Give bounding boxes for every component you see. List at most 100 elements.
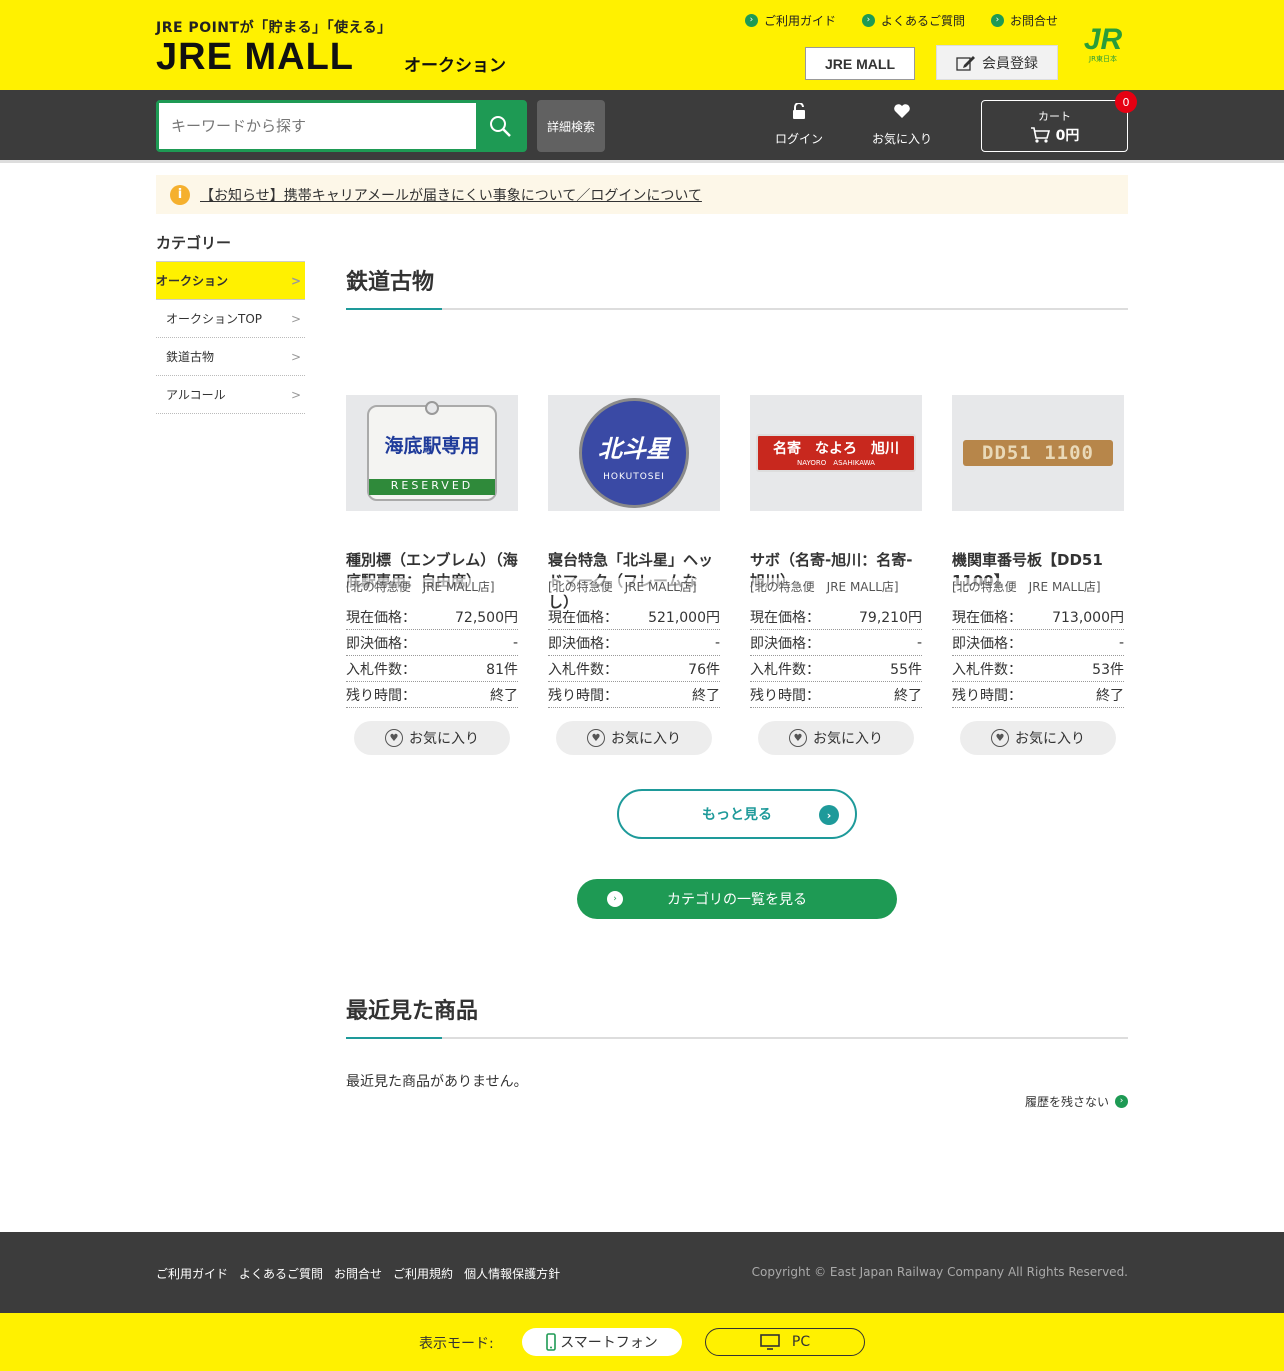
product-shop: [北の特急便 JRE MALL店] xyxy=(346,578,495,595)
product-image[interactable]: 海底駅専用 RESERVED xyxy=(346,395,518,511)
login-link[interactable]: ログイン xyxy=(759,100,839,147)
nav-bar: 詳細検索 ログイン お気に入り カート 0円 0 xyxy=(0,90,1284,163)
product-shop: [北の特急便 JRE MALL店] xyxy=(548,578,697,595)
footer-link-guide[interactable]: ご利用ガイド xyxy=(156,1265,228,1282)
display-mode-label: 表示モード: xyxy=(419,1336,494,1352)
arrow-right-icon: › xyxy=(1115,1095,1128,1108)
arrow-right-icon: › xyxy=(744,14,758,27)
sidebar-item-auction[interactable]: オークション > xyxy=(156,262,305,300)
arrow-right-icon: › xyxy=(819,805,839,825)
link-contact[interactable]: › お問合せ xyxy=(990,12,1058,29)
info-icon: i xyxy=(170,184,190,205)
chevron-right-icon: > xyxy=(290,273,301,288)
sidebar-title: カテゴリー xyxy=(156,232,305,262)
current-price: 521,000円 xyxy=(648,609,720,626)
product-image[interactable]: 北斗星 HOKUTOSEI xyxy=(548,395,720,511)
cart-amount: 0円 xyxy=(1055,128,1080,144)
tagline: JRE POINTが「貯まる」「使える」 xyxy=(156,20,392,36)
bid-count: 76件 xyxy=(688,661,720,678)
notice-bar: i 【お知らせ】携帯キャリアメールが届きにくい事象について／ログインについて xyxy=(156,175,1128,214)
remaining-time: 終了 xyxy=(692,687,720,704)
buyout-price: - xyxy=(916,634,922,651)
arrow-right-icon: › xyxy=(607,891,623,907)
recent-empty-text: 最近見た商品がありません。 xyxy=(346,1074,528,1090)
product-image[interactable]: 名寄 なよろ 旭川 NAYORO ASAHIKAWA xyxy=(750,395,922,511)
mode-smartphone-button[interactable]: スマートフォン xyxy=(522,1328,682,1356)
heart-icon: ♥ xyxy=(991,729,1009,747)
cart-count-badge: 0 xyxy=(1115,91,1137,113)
arrow-right-icon: › xyxy=(861,14,875,27)
top-links: › ご利用ガイド › よくあるご質問 › お問合せ xyxy=(744,12,1058,29)
product-card[interactable]: 北斗星 HOKUTOSEI 寝台特急「北斗星」ヘッドマーク（フレームなし） [北… xyxy=(548,395,720,755)
show-more-button[interactable]: もっと見る › xyxy=(617,789,857,839)
bid-count: 53件 xyxy=(1092,661,1124,678)
current-price: 79,210円 xyxy=(859,609,922,626)
chevron-right-icon: > xyxy=(290,311,301,326)
chevron-right-icon: > xyxy=(290,349,301,364)
product-card[interactable]: 名寄 なよろ 旭川 NAYORO ASAHIKAWA サボ（名寄-旭川：名寄-旭… xyxy=(750,395,922,755)
notice-link[interactable]: 【お知らせ】携帯キャリアメールが届きにくい事象について／ログインについて xyxy=(200,185,702,205)
section-title: 鉄道古物 xyxy=(346,264,1128,310)
heart-icon: ♥ xyxy=(385,729,403,747)
buyout-price: - xyxy=(714,634,720,651)
remaining-time: 終了 xyxy=(894,687,922,704)
bid-count: 81件 xyxy=(486,661,518,678)
favorite-button[interactable]: ♥ お気に入り xyxy=(354,721,510,755)
product-card[interactable]: DD51 1100 機関車番号板【DD51 1100】 [北の特急便 JRE M… xyxy=(952,395,1124,755)
cart-icon xyxy=(1030,127,1050,143)
current-price: 713,000円 xyxy=(1052,609,1124,626)
search-icon xyxy=(490,116,511,137)
smartphone-icon xyxy=(546,1333,557,1351)
site-logo-sub[interactable]: オークション xyxy=(404,51,506,76)
cart-button[interactable]: カート 0円 0 xyxy=(981,91,1137,152)
top-header: JRE POINTが「貯まる」「使える」 JRE MALL オークション › ご利… xyxy=(0,0,1284,90)
chevron-right-icon: > xyxy=(290,387,301,402)
site-logo[interactable]: JRE MALL xyxy=(156,36,354,79)
link-guide[interactable]: › ご利用ガイド xyxy=(744,12,836,29)
heart-icon: ♥ xyxy=(789,729,807,747)
product-card[interactable]: 海底駅専用 RESERVED 種別標（エンブレム）（海底駅専用：自由席） [北の… xyxy=(346,395,518,755)
sidebar-item-auction-top[interactable]: オークションTOP > xyxy=(156,300,305,338)
recent-title: 最近見た商品 xyxy=(346,993,1128,1039)
arrow-right-icon: › xyxy=(990,14,1004,27)
product-image[interactable]: DD51 1100 xyxy=(952,395,1124,511)
copyright: Copyright © East Japan Railway Company A… xyxy=(751,1265,1128,1279)
footer-link-privacy[interactable]: 個人情報保護方針 xyxy=(464,1265,560,1282)
current-price: 72,500円 xyxy=(455,609,518,626)
search-input[interactable] xyxy=(159,103,476,149)
buyout-price: - xyxy=(512,634,518,651)
product-list: 海底駅専用 RESERVED 種別標（エンブレム）（海底駅専用：自由席） [北の… xyxy=(346,395,1128,765)
product-shop: [北の特急便 JRE MALL店] xyxy=(750,578,899,595)
no-history-link[interactable]: 履歴を残さない › xyxy=(1025,1093,1128,1110)
product-shop: [北の特急便 JRE MALL店] xyxy=(952,578,1101,595)
buyout-price: - xyxy=(1118,634,1124,651)
footer-link-terms[interactable]: ご利用規約 xyxy=(393,1265,453,1282)
category-sidebar: カテゴリー オークション > オークションTOP > 鉄道古物 > アルコール > xyxy=(156,232,305,414)
advanced-search-button[interactable]: 詳細検索 xyxy=(537,100,605,152)
monitor-icon xyxy=(760,1334,780,1350)
sidebar-item-alcohol[interactable]: アルコール > xyxy=(156,376,305,414)
search-button[interactable] xyxy=(476,103,524,149)
favorite-button[interactable]: ♥ お気に入り xyxy=(556,721,712,755)
favorite-button[interactable]: ♥ お気に入り xyxy=(960,721,1116,755)
footer: ご利用ガイド よくあるご質問 お問合せ ご利用規約 個人情報保護方針 Copyr… xyxy=(0,1232,1284,1313)
jre-mall-button[interactable]: JRE MALL xyxy=(805,47,915,80)
link-faq[interactable]: › よくあるご質問 xyxy=(861,12,965,29)
heart-icon: ♥ xyxy=(587,729,605,747)
search-box xyxy=(156,100,527,152)
remaining-time: 終了 xyxy=(490,687,518,704)
remaining-time: 終了 xyxy=(1096,687,1124,704)
sidebar-item-railway-antiques[interactable]: 鉄道古物 > xyxy=(156,338,305,376)
favorites-link[interactable]: お気に入り xyxy=(862,100,942,147)
heart-icon xyxy=(894,104,910,118)
footer-link-faq[interactable]: よくあるご質問 xyxy=(239,1265,323,1282)
edit-icon xyxy=(956,55,975,71)
register-button[interactable]: 会員登録 xyxy=(936,45,1058,80)
mode-pc-button[interactable]: PC xyxy=(705,1328,865,1356)
display-mode-bar: 表示モード: スマートフォン PC xyxy=(0,1313,1284,1371)
favorite-button[interactable]: ♥ お気に入り xyxy=(758,721,914,755)
lock-icon xyxy=(793,103,805,119)
footer-link-contact[interactable]: お問合せ xyxy=(334,1265,382,1282)
jr-east-logo[interactable]: JR JR東日本 xyxy=(1078,25,1128,64)
category-list-button[interactable]: › カテゴリの一覧を見る xyxy=(577,879,897,919)
